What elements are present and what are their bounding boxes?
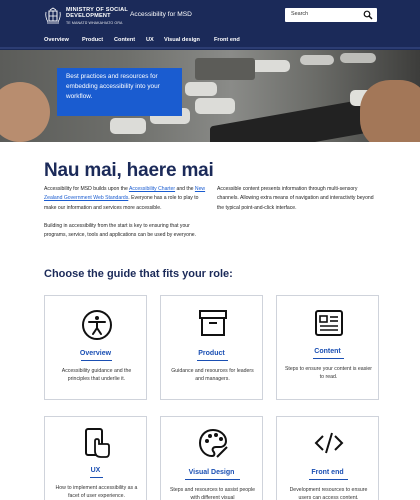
guide-card-description: Steps to ensure your content is easier t…: [284, 366, 373, 381]
tap-hand-phone-icon: [85, 428, 110, 458]
hero-callout: Best practices and resources for embeddi…: [57, 68, 182, 116]
guide-card-title[interactable]: Front end: [277, 469, 378, 476]
guide-card-title[interactable]: Product: [161, 350, 262, 357]
intro-paragraph-2: Building in accessibility from the start…: [44, 223, 197, 239]
nav-visual-design[interactable]: Visual design: [164, 37, 200, 43]
site-header: MINISTRY OF SOCIAL DEVELOPMENT TE MANATŪ…: [0, 0, 420, 50]
intro-paragraph-1: Accessibility for MSD builds upon the Ac…: [44, 185, 209, 213]
guide-card-description: How to implement accessibility as a face…: [55, 485, 138, 500]
search-icon[interactable]: [363, 10, 373, 20]
guide-card-overview[interactable]: Overview Accessibility guidance and the …: [44, 295, 147, 400]
nav-divider: [0, 47, 420, 49]
title-underline: [313, 358, 344, 359]
site-title[interactable]: Accessibility for MSD: [130, 11, 192, 18]
code-brackets-icon: [314, 432, 344, 454]
nav-product[interactable]: Product: [82, 37, 103, 43]
guide-card-product[interactable]: Product Guidance and resources for leade…: [160, 295, 263, 400]
guide-card-title[interactable]: Overview: [45, 350, 146, 357]
intro-text: Accessibility for MSD builds upon the: [44, 186, 129, 192]
guide-card-description: Steps and resources to assist people wit…: [169, 487, 256, 500]
guide-card-description: Guidance and resources for leaders and m…: [171, 368, 254, 383]
guide-card-ux[interactable]: UX How to implement accessibility as a f…: [44, 416, 147, 500]
nav-front-end[interactable]: Front end: [214, 37, 240, 43]
title-underline: [309, 479, 348, 480]
guide-card-description: Accessibility guidance and the principle…: [61, 368, 132, 383]
page-heading: Nau mai, haere mai: [44, 160, 214, 181]
intro-text: and the: [175, 186, 195, 192]
search-input[interactable]: Search: [291, 11, 308, 17]
ministry-logo-text[interactable]: MINISTRY OF SOCIAL DEVELOPMENT TE MANATŪ…: [66, 7, 128, 26]
title-underline: [185, 479, 240, 480]
title-underline: [81, 360, 112, 361]
guide-card-visual-design[interactable]: Visual Design Steps and resources to ass…: [160, 416, 263, 500]
search-box[interactable]: Search: [285, 8, 377, 22]
guides-heading: Choose the guide that fits your role:: [44, 268, 233, 280]
nav-overview[interactable]: Overview: [44, 37, 69, 43]
guide-card-title[interactable]: UX: [45, 467, 146, 474]
archive-box-icon: [199, 310, 227, 336]
guide-card-title[interactable]: Visual Design: [161, 469, 262, 476]
guide-card-front-end[interactable]: Front end Development resources to ensur…: [276, 416, 379, 500]
nav-ux[interactable]: UX: [146, 37, 154, 43]
accessibility-person-icon: [82, 310, 112, 340]
intro-paragraph-3: Accessible content presents information …: [217, 186, 374, 211]
title-underline: [197, 360, 228, 361]
guide-card-title[interactable]: Content: [277, 348, 378, 355]
accessibility-charter-link[interactable]: Accessibility Charter: [129, 186, 175, 192]
ministry-maori-name: TE MANATŪ WHAKAHIATO ORA: [66, 20, 123, 25]
document-layout-icon: [315, 310, 343, 336]
guide-card-description: Development resources to ensure users ca…: [289, 487, 368, 500]
palette-icon: [198, 428, 228, 458]
title-underline: [90, 477, 103, 478]
nav-content[interactable]: Content: [114, 37, 135, 43]
guide-card-content[interactable]: Content Steps to ensure your content is …: [276, 295, 379, 400]
coat-of-arms-icon[interactable]: [44, 7, 62, 25]
